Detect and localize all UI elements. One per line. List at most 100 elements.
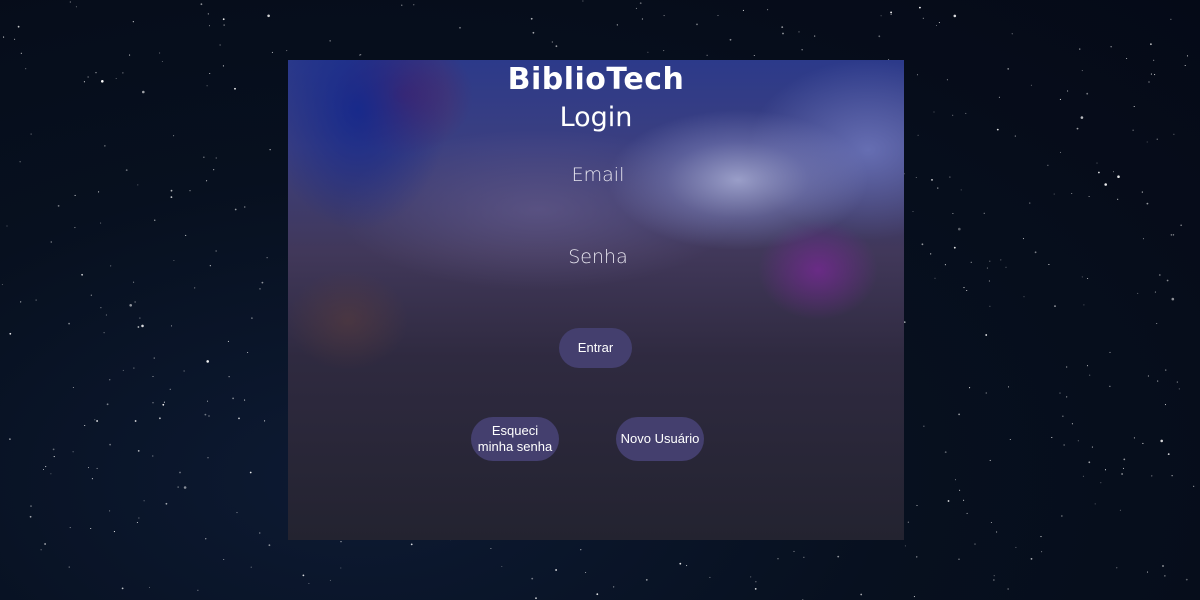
password-field[interactable] <box>496 238 700 276</box>
star <box>916 74 919 76</box>
star <box>917 134 919 136</box>
star <box>163 401 165 403</box>
star <box>170 325 173 327</box>
star <box>966 289 968 292</box>
star <box>133 281 135 283</box>
star <box>753 54 755 57</box>
star <box>74 227 76 229</box>
star <box>913 596 915 598</box>
star <box>663 50 665 52</box>
star <box>1098 171 1100 174</box>
star <box>1109 351 1111 353</box>
star <box>1066 396 1068 398</box>
star <box>1104 183 1107 186</box>
star <box>880 15 882 17</box>
star <box>1094 503 1096 505</box>
star <box>137 450 140 452</box>
star <box>996 128 999 131</box>
star <box>1116 567 1118 569</box>
star <box>1066 366 1068 368</box>
star <box>98 191 100 193</box>
star <box>963 287 965 289</box>
star <box>1096 162 1098 164</box>
star <box>935 24 938 27</box>
login-button[interactable]: Entrar <box>559 328 632 368</box>
star <box>1148 81 1150 83</box>
star <box>236 512 238 514</box>
star <box>169 388 171 390</box>
star <box>958 413 960 416</box>
star <box>970 261 972 263</box>
star <box>113 531 115 533</box>
star <box>1117 175 1120 178</box>
forgot-password-button[interactable]: Esqueci minha senha <box>471 417 559 461</box>
star <box>781 26 784 28</box>
star <box>90 294 92 296</box>
star <box>200 3 203 6</box>
star <box>1047 164 1049 166</box>
star <box>958 558 960 560</box>
login-panel: BiblioTech Login Entrar Esqueci minha se… <box>288 60 904 540</box>
star <box>109 443 111 446</box>
star <box>1 283 3 286</box>
star <box>767 9 769 11</box>
new-user-button[interactable]: Novo Usuário <box>616 417 704 461</box>
star <box>109 510 111 512</box>
star <box>1150 43 1152 46</box>
star <box>110 265 112 267</box>
star <box>205 538 207 540</box>
star <box>555 45 558 48</box>
star <box>173 259 175 262</box>
star <box>206 400 209 402</box>
star <box>209 72 211 75</box>
star <box>944 264 946 266</box>
star <box>1007 386 1010 388</box>
star <box>69 527 71 529</box>
star <box>1193 485 1195 487</box>
star <box>696 23 698 26</box>
star <box>87 467 90 469</box>
star <box>101 80 104 83</box>
star <box>1054 305 1056 307</box>
star <box>1171 297 1175 301</box>
star <box>946 79 948 81</box>
star <box>1059 151 1062 153</box>
star <box>165 502 168 505</box>
star <box>1146 202 1149 205</box>
star <box>1082 475 1084 477</box>
star <box>919 6 921 9</box>
star <box>531 577 534 580</box>
star <box>1146 141 1148 143</box>
star <box>1167 453 1170 455</box>
star <box>1150 73 1152 75</box>
star <box>990 521 992 524</box>
star <box>938 22 940 24</box>
star <box>90 527 92 530</box>
star <box>247 351 249 354</box>
star <box>959 489 961 491</box>
star <box>152 402 154 404</box>
star <box>1158 274 1161 276</box>
star <box>1071 423 1073 425</box>
star <box>159 52 161 54</box>
star <box>42 468 45 471</box>
star <box>268 544 271 547</box>
star <box>1123 458 1126 461</box>
star <box>69 1 71 3</box>
star <box>94 419 96 421</box>
star <box>6 225 8 227</box>
star <box>639 2 642 5</box>
star <box>1086 365 1089 367</box>
star <box>194 287 196 289</box>
star <box>777 558 779 560</box>
star <box>1126 57 1128 60</box>
star <box>1077 440 1079 442</box>
star <box>717 14 719 17</box>
email-field[interactable] <box>496 156 700 194</box>
star <box>1110 46 1112 48</box>
star <box>934 277 936 279</box>
star <box>100 307 102 309</box>
star <box>103 332 105 334</box>
star <box>1171 475 1173 477</box>
star <box>134 301 136 303</box>
